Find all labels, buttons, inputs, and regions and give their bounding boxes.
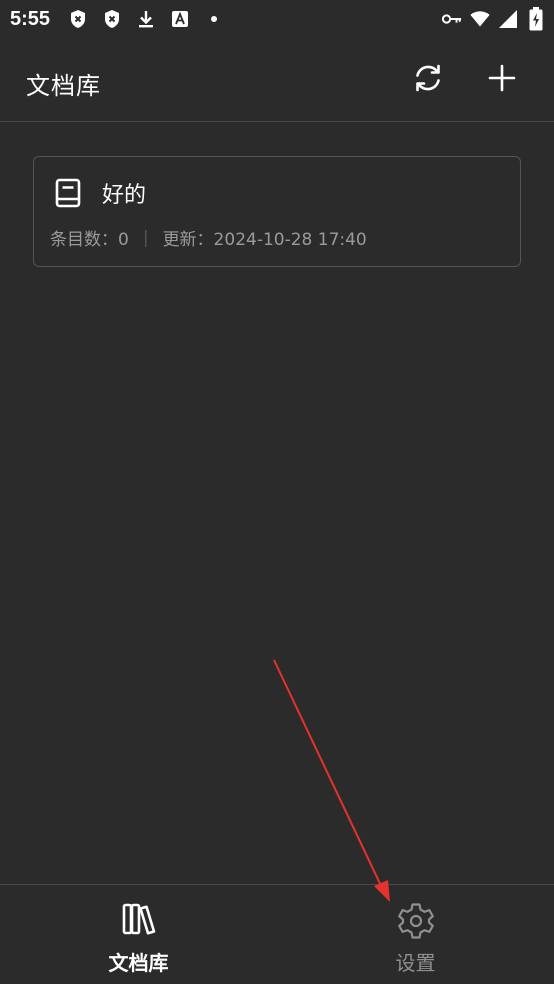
library-meta: 条目数：0 | 更新：2024-10-28 17:40	[50, 225, 367, 251]
gear-icon	[397, 901, 435, 939]
nav-label-settings: 设置	[395, 951, 436, 975]
signal-icon	[498, 9, 518, 29]
add-button[interactable]	[484, 62, 520, 98]
updated-time: 更新：2024-10-28 17:40	[162, 230, 367, 250]
key-icon	[442, 9, 462, 29]
shield-x-icon	[68, 9, 88, 29]
download-icon	[136, 9, 156, 29]
bottom-nav: 文档库 设置	[0, 884, 554, 984]
app-bar: 文档库	[0, 38, 554, 122]
book-icon	[54, 177, 82, 209]
status-bar: 5:55	[0, 0, 554, 38]
font-a-icon	[170, 9, 190, 29]
page-title: 文档库	[26, 72, 101, 100]
wifi-icon	[470, 9, 490, 29]
dot-icon	[204, 9, 224, 29]
library-card[interactable]: 好的 条目数：0 | 更新：2024-10-28 17:40	[33, 156, 521, 267]
library-title: 好的	[102, 183, 147, 208]
library-books-icon	[120, 901, 158, 939]
battery-charging-icon	[526, 7, 546, 31]
meta-divider: |	[142, 227, 149, 248]
refresh-icon	[412, 62, 444, 98]
annotation-arrow	[273, 659, 390, 902]
status-notification-icons	[68, 9, 224, 29]
refresh-button[interactable]	[410, 62, 446, 98]
add-icon	[488, 64, 516, 96]
shield-x-icon	[102, 9, 122, 29]
nav-item-settings[interactable]: 设置	[277, 885, 554, 984]
status-system-icons	[442, 0, 546, 38]
status-time: 5:55	[10, 7, 51, 30]
nav-label-library: 文档库	[108, 951, 169, 975]
entry-count: 条目数：0	[50, 230, 129, 250]
nav-item-library[interactable]: 文档库	[0, 885, 277, 984]
